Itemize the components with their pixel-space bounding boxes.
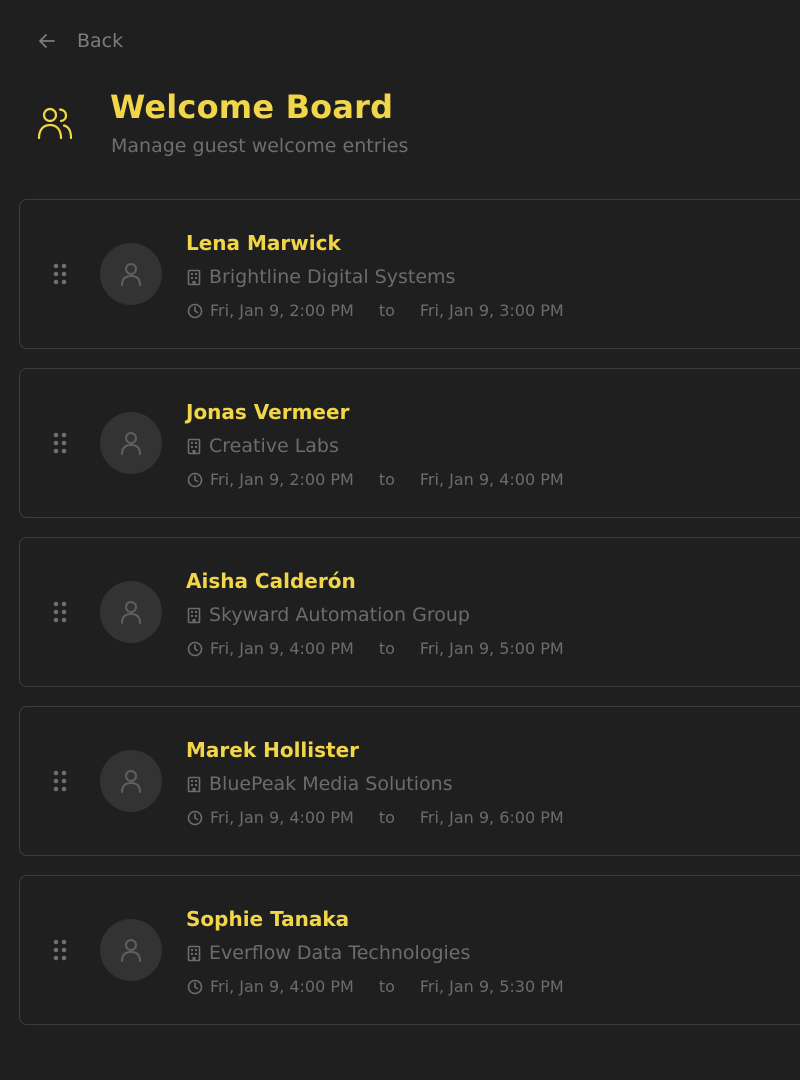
guest-name: Sophie Tanaka [186, 907, 350, 931]
guest-card[interactable]: Aisha Calderón Skyward Automation Group … [19, 537, 800, 687]
avatar [100, 750, 162, 812]
user-icon [121, 770, 141, 793]
building-icon [187, 945, 201, 961]
company-label: Everflow Data Technologies [209, 942, 471, 964]
end-time: Fri, Jan 9, 5:00 PM [419, 639, 564, 658]
guest-company: Everflow Data Technologies [187, 942, 470, 964]
guest-card[interactable]: Jonas Vermeer Creative Labs Fri, Jan 9, … [19, 368, 800, 518]
guest-company: Brightline Digital Systems [187, 266, 455, 288]
guest-name: Lena Marwick [186, 231, 341, 255]
guest-time-range: Fri, Jan 9, 4:00 PM to Fri, Jan 9, 5:30 … [187, 977, 564, 996]
guest-company: Creative Labs [187, 435, 339, 457]
page-title: Welcome Board [110, 88, 394, 126]
page-subtitle: Manage guest welcome entries [111, 135, 409, 157]
back-label: Back [77, 30, 124, 52]
guest-company: BluePeak Media Solutions [187, 773, 453, 795]
to-label: to [378, 470, 395, 489]
guest-card[interactable]: Marek Hollister BluePeak Media Solutions… [19, 706, 800, 856]
guest-company: Skyward Automation Group [187, 604, 470, 626]
user-icon [121, 432, 141, 455]
clock-icon [187, 810, 203, 825]
user-icon [121, 601, 141, 624]
guest-name: Marek Hollister [186, 738, 360, 762]
drag-handle-icon[interactable] [53, 263, 67, 291]
avatar [100, 243, 162, 305]
clock-icon [187, 641, 203, 656]
back-button[interactable]: Back [37, 30, 123, 52]
building-icon [187, 438, 201, 454]
start-time: Fri, Jan 9, 2:00 PM [210, 470, 354, 489]
guest-time-range: Fri, Jan 9, 2:00 PM to Fri, Jan 9, 3:00 … [187, 301, 564, 320]
user-icon [121, 939, 141, 962]
start-time: Fri, Jan 9, 4:00 PM [210, 977, 354, 996]
building-icon [187, 607, 201, 623]
company-label: BluePeak Media Solutions [209, 773, 453, 795]
users-icon [36, 106, 74, 144]
guest-name: Jonas Vermeer [186, 400, 350, 424]
guest-name: Aisha Calderón [186, 569, 356, 593]
to-label: to [378, 808, 395, 827]
guest-card[interactable]: Lena Marwick Brightline Digital Systems … [19, 199, 800, 349]
guest-time-range: Fri, Jan 9, 4:00 PM to Fri, Jan 9, 5:00 … [187, 639, 564, 658]
start-time: Fri, Jan 9, 4:00 PM [210, 639, 354, 658]
arrow-left-icon [39, 34, 55, 48]
guest-card[interactable]: Sophie Tanaka Everflow Data Technologies… [19, 875, 800, 1025]
company-label: Brightline Digital Systems [209, 266, 456, 288]
drag-handle-icon[interactable] [53, 601, 67, 629]
clock-icon [187, 979, 203, 994]
drag-handle-icon[interactable] [53, 432, 67, 460]
avatar [100, 412, 162, 474]
company-label: Creative Labs [209, 435, 339, 457]
drag-handle-icon[interactable] [53, 770, 67, 798]
end-time: Fri, Jan 9, 5:30 PM [419, 977, 564, 996]
end-time: Fri, Jan 9, 3:00 PM [419, 301, 564, 320]
start-time: Fri, Jan 9, 4:00 PM [210, 808, 354, 827]
guest-time-range: Fri, Jan 9, 4:00 PM to Fri, Jan 9, 6:00 … [187, 808, 564, 827]
building-icon [187, 776, 201, 792]
end-time: Fri, Jan 9, 4:00 PM [419, 470, 564, 489]
avatar [100, 919, 162, 981]
to-label: to [378, 977, 395, 996]
to-label: to [378, 639, 395, 658]
welcome-board-page: Back Welcome Board Manage guest welcome … [0, 0, 800, 1080]
clock-icon [187, 472, 203, 487]
drag-handle-icon[interactable] [53, 939, 67, 967]
start-time: Fri, Jan 9, 2:00 PM [210, 301, 354, 320]
clock-icon [187, 303, 203, 318]
user-icon [121, 263, 141, 286]
company-label: Skyward Automation Group [209, 604, 470, 626]
avatar [100, 581, 162, 643]
end-time: Fri, Jan 9, 6:00 PM [419, 808, 564, 827]
building-icon [187, 269, 201, 285]
guest-time-range: Fri, Jan 9, 2:00 PM to Fri, Jan 9, 4:00 … [187, 470, 564, 489]
to-label: to [378, 301, 395, 320]
guest-list: Lena Marwick Brightline Digital Systems … [19, 199, 800, 1044]
